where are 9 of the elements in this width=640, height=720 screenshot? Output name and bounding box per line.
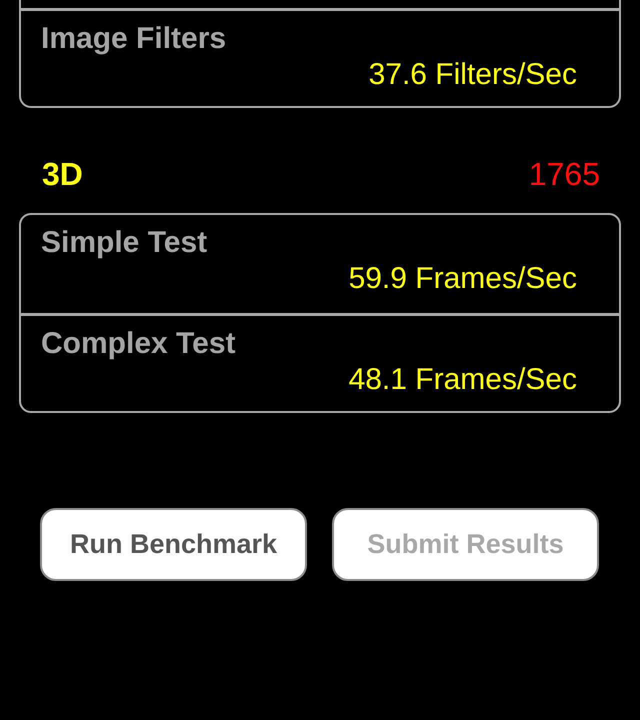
test-name: Image Filters <box>41 21 228 57</box>
test-name: Simple Test <box>41 225 208 261</box>
test-result: 37.6 Filters/Sec <box>368 57 577 93</box>
section-title: 3D <box>42 156 83 193</box>
action-button[interactable]: Run Benchmark <box>40 508 307 581</box>
test-name: Complex Test <box>41 326 236 362</box>
test-result: 59.9 Frames/Sec <box>348 261 577 297</box>
test-result: 48.1 Frames/Sec <box>348 362 577 398</box>
section-score: 1765 <box>528 156 600 193</box>
